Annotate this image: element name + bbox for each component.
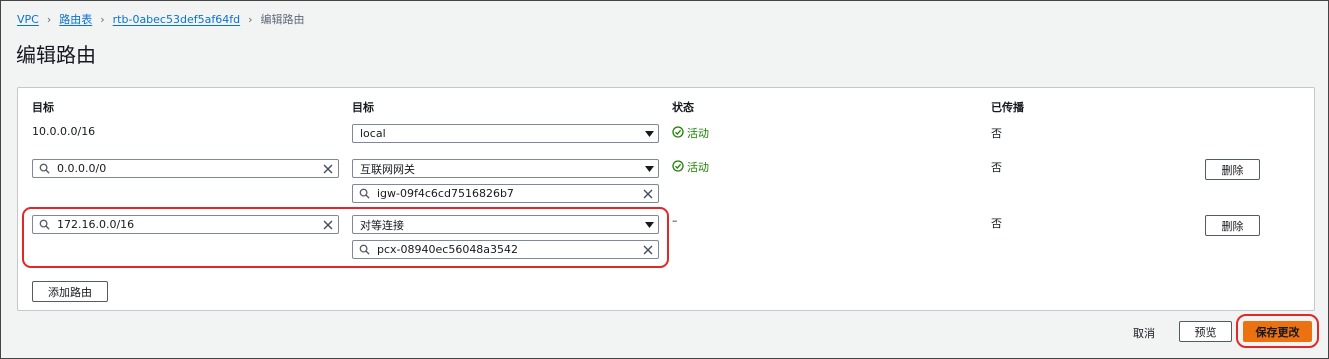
check-circle-icon (672, 125, 684, 141)
save-changes-button[interactable]: 保存更改 (1243, 321, 1312, 342)
search-icon (353, 244, 375, 255)
breadcrumb-current: 编辑路由 (260, 13, 305, 26)
route-destination-local: 10.0.0.0/16 (32, 125, 96, 138)
breadcrumb-vpc[interactable]: VPC (17, 13, 39, 26)
chevron-right-icon: › (46, 12, 52, 26)
search-icon (33, 219, 55, 230)
destination-input-value: 0.0.0.0/0 (57, 162, 107, 175)
remove-route-button[interactable]: 删除 (1205, 215, 1260, 236)
target-type-value: 互联网网关 (360, 162, 415, 176)
column-header-status: 状态 (672, 101, 694, 114)
add-route-button[interactable]: 添加路由 (32, 281, 108, 302)
status-label: 活动 (687, 161, 709, 174)
clear-icon[interactable] (638, 245, 658, 255)
page-title: 编辑路由 (16, 43, 96, 67)
target-id-input[interactable]: igw-09f4c6cd7516826b7 (352, 184, 659, 203)
breadcrumb-route-tables[interactable]: 路由表 (59, 11, 92, 27)
status-label: 活动 (687, 127, 709, 140)
chevron-right-icon: › (248, 12, 253, 26)
target-id-value: igw-09f4c6cd7516826b7 (377, 187, 514, 200)
remove-route-button[interactable]: 删除 (1205, 159, 1260, 180)
search-icon (353, 188, 375, 199)
column-header-propagated: 已传播 (991, 101, 1024, 114)
breadcrumb-route-table-id[interactable]: rtb-0abec53def5af64fd (113, 13, 240, 26)
target-id-value: pcx-08940ec56048a3542 (377, 243, 519, 256)
target-type-value: 对等连接 (360, 218, 404, 232)
edit-routes-page: VPC › 路由表 › rtb-0abec53def5af64fd › 编辑路由… (0, 0, 1329, 359)
caret-down-icon (640, 221, 658, 228)
target-type-select[interactable]: 互联网网关 (352, 159, 659, 178)
propagated-value: 否 (991, 217, 1002, 230)
destination-input-value: 172.16.0.0/16 (57, 218, 135, 231)
column-header-destination: 目标 (32, 101, 54, 114)
destination-input[interactable]: 0.0.0.0/0 (32, 159, 339, 178)
target-id-input[interactable]: pcx-08940ec56048a3542 (352, 240, 659, 259)
clear-icon[interactable] (638, 189, 658, 199)
cancel-button[interactable]: 取消 (1133, 325, 1155, 341)
search-icon (33, 163, 55, 174)
propagated-value: 否 (991, 127, 1002, 140)
check-circle-icon (672, 159, 684, 175)
clear-icon[interactable] (318, 164, 338, 174)
target-type-value: local (360, 127, 386, 140)
target-type-select[interactable]: local (352, 124, 659, 143)
status-active: 活动 (672, 125, 709, 141)
propagated-value: 否 (991, 161, 1002, 174)
column-header-target: 目标 (352, 101, 374, 114)
status-empty: – (672, 214, 678, 227)
clear-icon[interactable] (318, 220, 338, 230)
target-type-select[interactable]: 对等连接 (352, 215, 659, 234)
chevron-right-icon: › (100, 12, 105, 26)
caret-down-icon (640, 165, 658, 172)
breadcrumb: VPC › 路由表 › rtb-0abec53def5af64fd › 编辑路由 (17, 11, 304, 27)
destination-input[interactable]: 172.16.0.0/16 (32, 215, 339, 234)
preview-button[interactable]: 预览 (1179, 321, 1232, 342)
caret-down-icon (640, 130, 658, 137)
status-active: 活动 (672, 159, 709, 175)
routes-panel (17, 87, 1315, 311)
